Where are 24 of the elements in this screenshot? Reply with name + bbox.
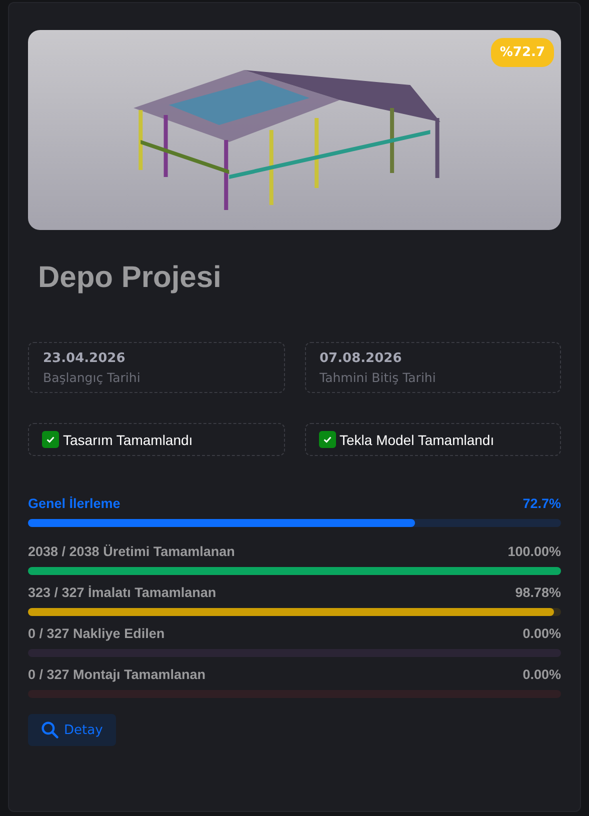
date-label: Tahmini Bitiş Tarihi: [320, 370, 437, 385]
progress-label: 0 / 327 Nakliye Edilen: [28, 626, 165, 641]
progress-label: 323 / 327 İmalatı Tamamlanan: [28, 585, 216, 600]
project-title: Depo Projesi: [38, 260, 222, 296]
checkbox[interactable]: [42, 431, 59, 448]
progress-value: 72.7%: [522, 496, 561, 511]
progress-value: 0.00%: [522, 667, 561, 682]
progress-value: 100.00%: [508, 544, 561, 559]
progress-value: 98.78%: [515, 585, 561, 600]
date-label: Başlangıç Tarihi: [43, 370, 142, 385]
progress-badge: %72.7: [490, 38, 554, 67]
progress-value: 0.00%: [522, 626, 561, 641]
milestone-label: Tekla Model Tamamlandı: [340, 432, 494, 448]
search-icon: [41, 721, 59, 739]
detail-button[interactable]: Detay: [28, 714, 116, 746]
progress-label: 0 / 327 Montajı Tamamlanan: [28, 667, 206, 682]
checkbox[interactable]: [318, 431, 336, 448]
milestone-label: Tasarım Tamamlandı: [63, 432, 193, 448]
progress-label: Genel İlerleme: [28, 496, 120, 511]
check-icon: [322, 434, 332, 445]
date-value: 23.04.2026: [43, 351, 126, 366]
date-value: 07.08.2026: [320, 351, 403, 366]
check-icon: [45, 434, 56, 445]
progress-label: 2038 / 2038 Üretimi Tamamlanan: [28, 544, 235, 559]
